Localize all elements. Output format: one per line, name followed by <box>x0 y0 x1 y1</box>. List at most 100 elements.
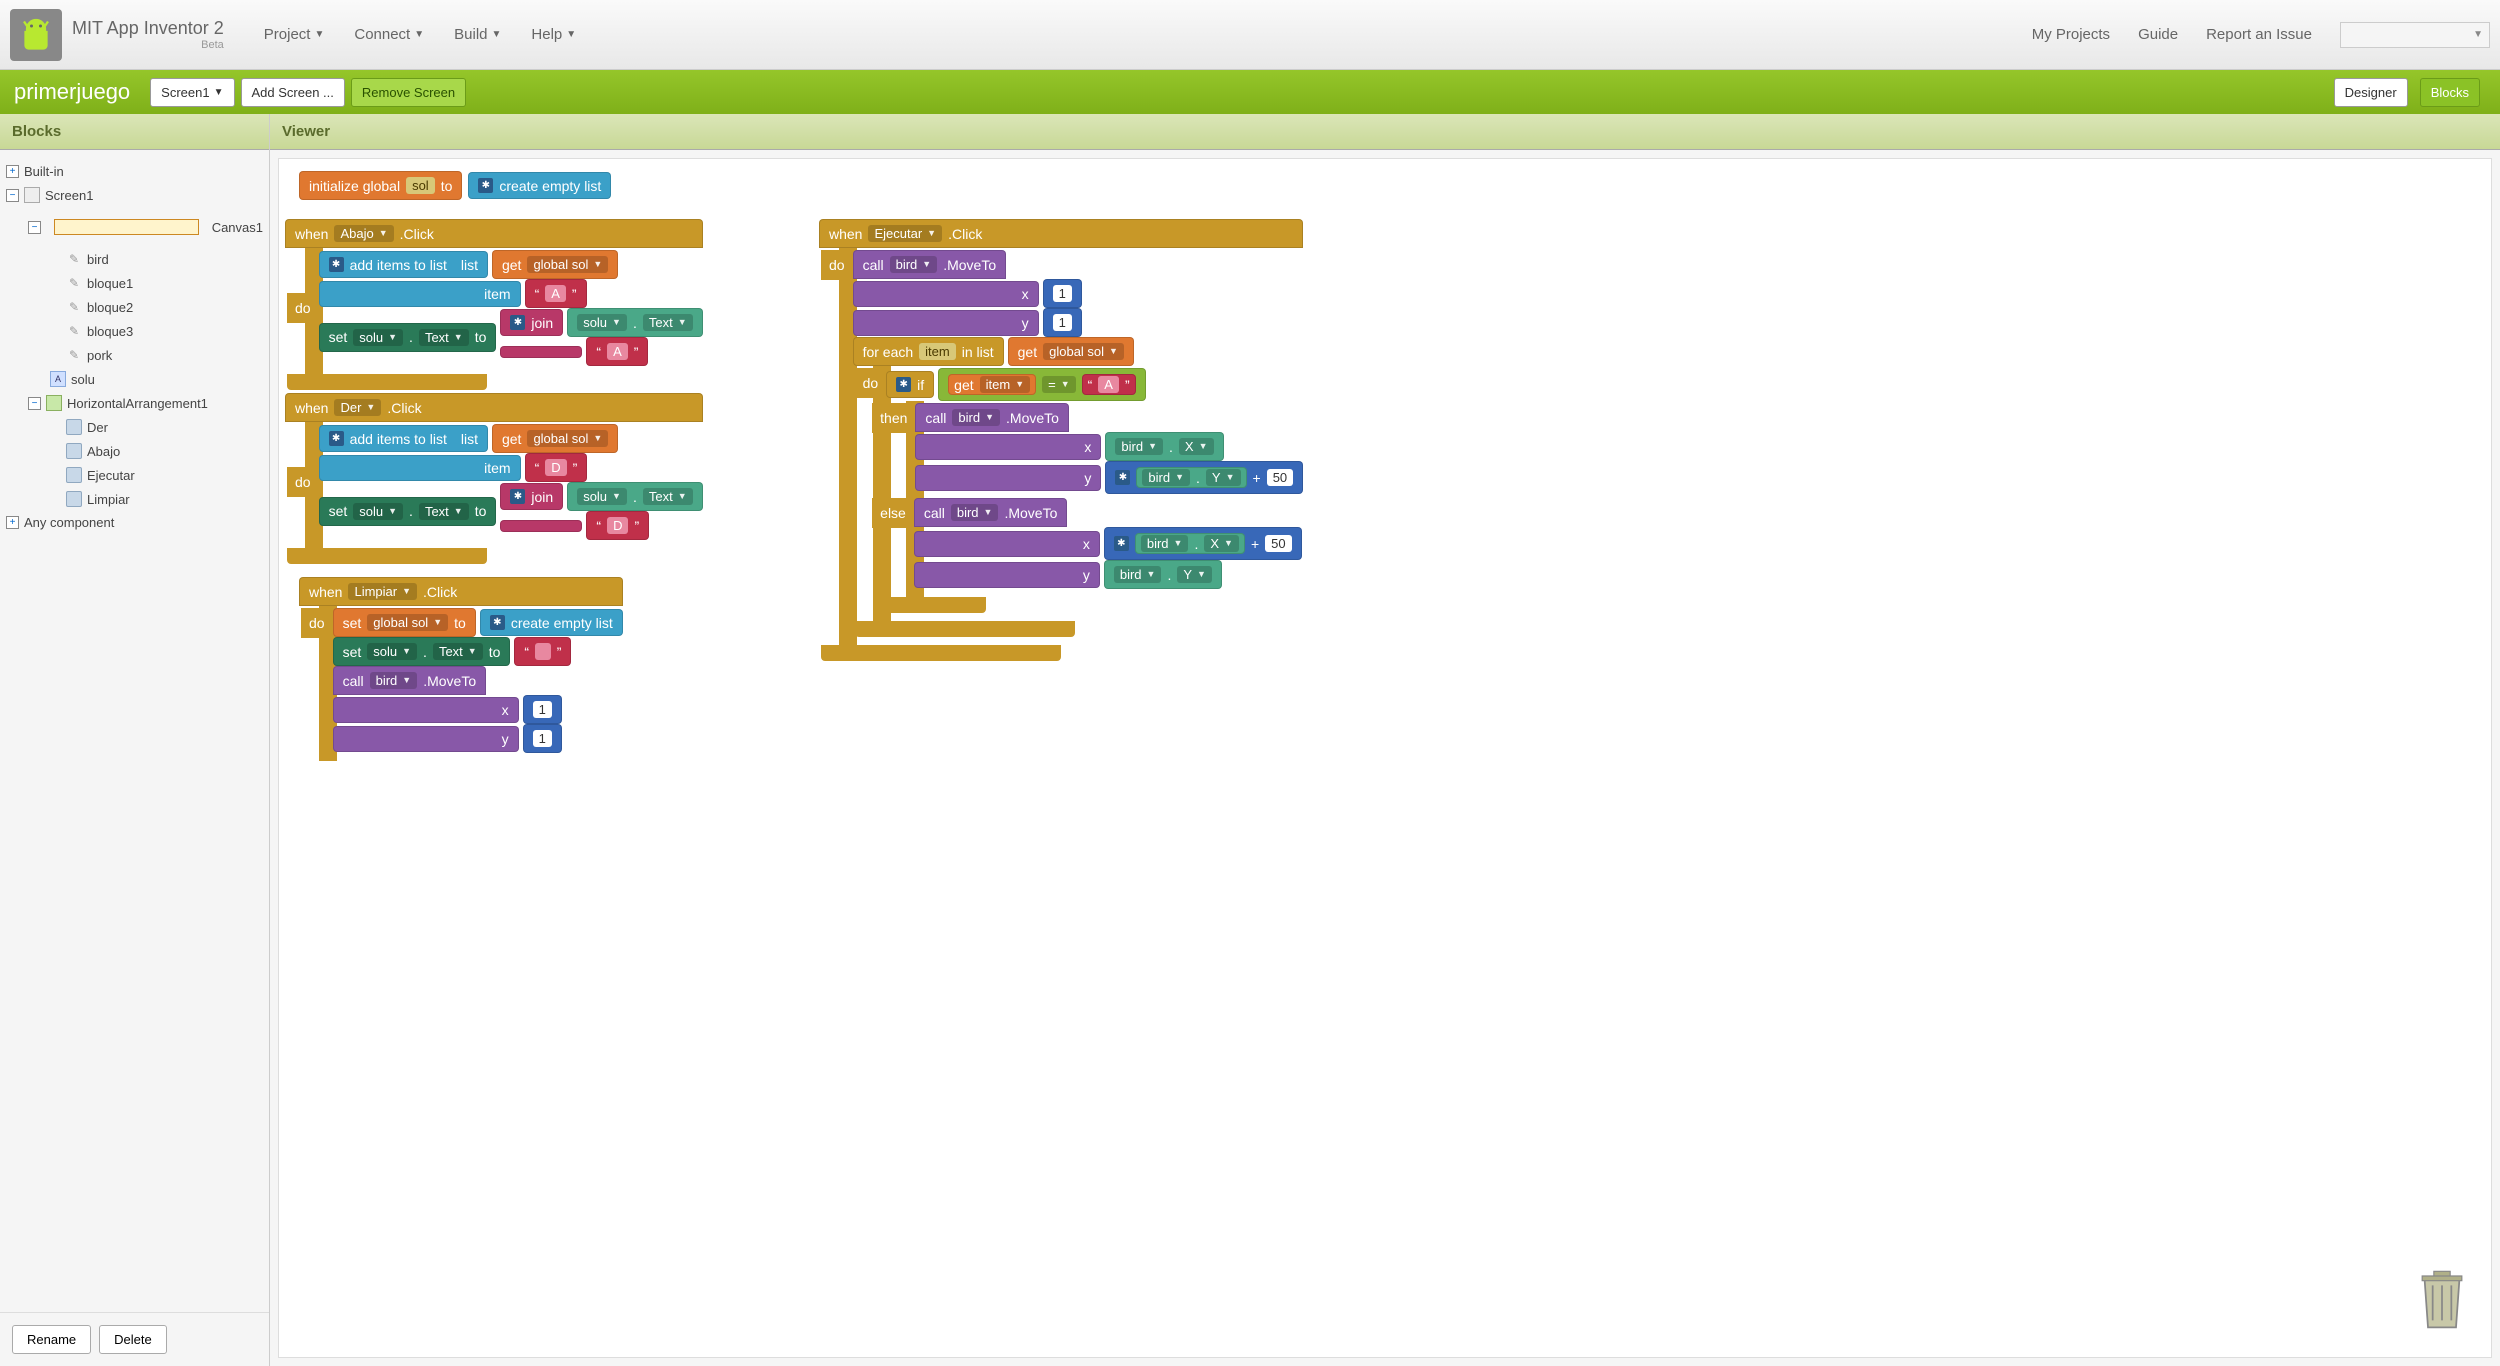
text-literal-d[interactable]: “D” <box>525 453 588 482</box>
rename-button[interactable]: Rename <box>12 1325 91 1354</box>
block-math-add[interactable]: ✱ bird▼.Y▼ + 50 <box>1105 461 1303 494</box>
block-get-global-sol[interactable]: getglobal sol▼ <box>1008 337 1134 366</box>
block-math-add[interactable]: ✱ bird▼.X▼ + 50 <box>1104 527 1302 560</box>
block-when-ejecutar-click[interactable]: whenEjecutar▼.Click do callbird▼.MoveTo … <box>819 219 1303 661</box>
tree-any-component[interactable]: +Any component <box>6 511 263 534</box>
tree-canvas1[interactable]: −Canvas1 <box>6 207 263 247</box>
block-init-global-sol[interactable]: initialize globalsolto ✱create empty lis… <box>299 171 611 200</box>
block-bird-x[interactable]: bird▼.X▼ <box>1105 432 1223 461</box>
menu-build[interactable]: Build▼ <box>454 26 501 43</box>
blocks-canvas[interactable]: initialize globalsolto ✱create empty lis… <box>278 158 2492 1358</box>
tree-screen1[interactable]: −Screen1 <box>6 183 263 207</box>
menu-my-projects[interactable]: My Projects <box>2032 26 2110 43</box>
block-get-item[interactable]: getitem▼ <box>948 374 1036 395</box>
menu-help[interactable]: Help▼ <box>531 26 576 43</box>
block-set-global-sol[interactable]: setglobal sol▼to <box>333 608 476 637</box>
gear-icon[interactable]: ✱ <box>490 615 505 630</box>
tree-builtin[interactable]: +Built-in <box>6 160 263 183</box>
block-solu-text-prop[interactable]: solu▼.Text▼ <box>567 308 702 337</box>
tree-sprite-bird[interactable]: ✎bird <box>6 247 263 271</box>
tree-button-abajo[interactable]: Abajo <box>6 439 263 463</box>
tree-sprite-bloque1[interactable]: ✎bloque1 <box>6 271 263 295</box>
block-get-global-sol[interactable]: getglobal sol▼ <box>492 424 618 453</box>
menu-guide[interactable]: Guide <box>2138 26 2178 43</box>
add-screen-button[interactable]: Add Screen ... <box>241 78 345 107</box>
block-set-solu-text[interactable]: setsolu▼.Text▼to <box>319 497 497 526</box>
tree-button-ejecutar[interactable]: Ejecutar <box>6 463 263 487</box>
var-name-sol[interactable]: sol <box>406 177 435 194</box>
block-join[interactable]: ✱join <box>500 483 563 510</box>
component-der[interactable]: Der▼ <box>334 399 381 416</box>
gear-icon[interactable]: ✱ <box>1114 536 1129 551</box>
block-bird-y[interactable]: bird▼.Y▼ <box>1136 467 1246 488</box>
remove-screen-button[interactable]: Remove Screen <box>351 78 466 107</box>
number-literal-50[interactable]: 50 <box>1267 469 1293 486</box>
block-get-global-sol[interactable]: getglobal sol▼ <box>492 250 618 279</box>
collapse-icon[interactable]: − <box>6 189 19 202</box>
component-limpiar[interactable]: Limpiar▼ <box>348 583 417 600</box>
block-for-each[interactable]: for eachitemin list <box>853 337 1004 366</box>
tree-button-der[interactable]: Der <box>6 415 263 439</box>
tree-sprite-bloque3[interactable]: ✎bloque3 <box>6 319 263 343</box>
number-literal-1[interactable]: 1 <box>523 724 562 753</box>
block-add-items-to-list[interactable]: ✱add items to listlist <box>319 425 488 452</box>
block-init-global[interactable]: initialize globalsolto <box>299 171 462 200</box>
collapse-icon[interactable]: − <box>28 221 41 234</box>
designer-tab-button[interactable]: Designer <box>2334 78 2408 107</box>
language-dropdown[interactable]: ▼ <box>2340 22 2490 48</box>
block-join[interactable]: ✱join <box>500 309 563 336</box>
gear-icon[interactable]: ✱ <box>1115 470 1130 485</box>
gear-icon[interactable]: ✱ <box>329 257 344 272</box>
var-item[interactable]: item <box>919 343 956 360</box>
gear-icon[interactable]: ✱ <box>896 377 911 392</box>
text-literal-a[interactable]: “A” <box>1082 374 1136 395</box>
do-label: do <box>855 368 887 398</box>
block-create-empty-list[interactable]: ✱create empty list <box>480 609 623 636</box>
expand-icon[interactable]: + <box>6 165 19 178</box>
expand-icon[interactable]: + <box>6 516 19 529</box>
block-call-bird-moveto[interactable]: callbird▼.MoveTo <box>853 250 1007 279</box>
text-literal-a2[interactable]: “A” <box>586 337 648 366</box>
component-abajo[interactable]: Abajo▼ <box>334 225 393 242</box>
block-bird-x[interactable]: bird▼.X▼ <box>1135 533 1245 554</box>
block-when-abajo-click[interactable]: whenAbajo▼.Click do ✱add items to listli… <box>285 219 703 390</box>
block-set-solu-text-empty[interactable]: setsolu▼.Text▼to <box>333 637 511 666</box>
number-literal-1[interactable]: 1 <box>523 695 562 724</box>
block-bird-y[interactable]: bird▼.Y▼ <box>1104 560 1222 589</box>
trash-icon[interactable] <box>2411 1262 2473 1345</box>
tree-sprite-bloque2[interactable]: ✎bloque2 <box>6 295 263 319</box>
tree-sprite-pork[interactable]: ✎pork <box>6 343 263 367</box>
block-solu-text-prop[interactable]: solu▼.Text▼ <box>567 482 702 511</box>
component-ejecutar[interactable]: Ejecutar▼ <box>868 225 942 242</box>
block-create-empty-list[interactable]: ✱create empty list <box>468 172 611 199</box>
block-add-items-to-list[interactable]: ✱add items to listlist <box>319 251 488 278</box>
text-literal-d2[interactable]: “D” <box>586 511 649 540</box>
block-when-der-click[interactable]: whenDer▼.Click do ✱add items to listlist… <box>285 393 703 564</box>
number-literal-1[interactable]: 1 <box>1043 308 1082 337</box>
text-literal-a[interactable]: “A” <box>525 279 587 308</box>
tree-harrangement[interactable]: −HorizontalArrangement1 <box>6 391 263 415</box>
text-literal-empty[interactable]: “ ” <box>514 637 571 666</box>
block-call-bird-moveto[interactable]: callbird▼.MoveTo <box>333 666 487 695</box>
block-call-bird-moveto[interactable]: callbird▼.MoveTo <box>914 498 1068 527</box>
tree-label-solu[interactable]: Asolu <box>6 367 263 391</box>
block-when-limpiar-click[interactable]: whenLimpiar▼.Click do setglobal sol▼to ✱… <box>299 577 623 761</box>
block-call-bird-moveto[interactable]: callbird▼.MoveTo <box>915 403 1069 432</box>
gear-icon[interactable]: ✱ <box>510 315 525 330</box>
block-compare-eq[interactable]: getitem▼ =▼ “A” <box>938 368 1145 401</box>
number-literal-50[interactable]: 50 <box>1265 535 1291 552</box>
menu-project[interactable]: Project▼ <box>264 26 325 43</box>
menu-connect[interactable]: Connect▼ <box>354 26 424 43</box>
tree-button-limpiar[interactable]: Limpiar <box>6 487 263 511</box>
gear-icon[interactable]: ✱ <box>478 178 493 193</box>
gear-icon[interactable]: ✱ <box>510 489 525 504</box>
screen-selector[interactable]: Screen1▼ <box>150 78 234 107</box>
block-if[interactable]: ✱if <box>886 371 934 398</box>
collapse-icon[interactable]: − <box>28 397 41 410</box>
block-set-solu-text[interactable]: setsolu▼.Text▼to <box>319 323 497 352</box>
blocks-tab-button[interactable]: Blocks <box>2420 78 2480 107</box>
gear-icon[interactable]: ✱ <box>329 431 344 446</box>
delete-button[interactable]: Delete <box>99 1325 167 1354</box>
menu-report-issue[interactable]: Report an Issue <box>2206 26 2312 43</box>
number-literal-1[interactable]: 1 <box>1043 279 1082 308</box>
